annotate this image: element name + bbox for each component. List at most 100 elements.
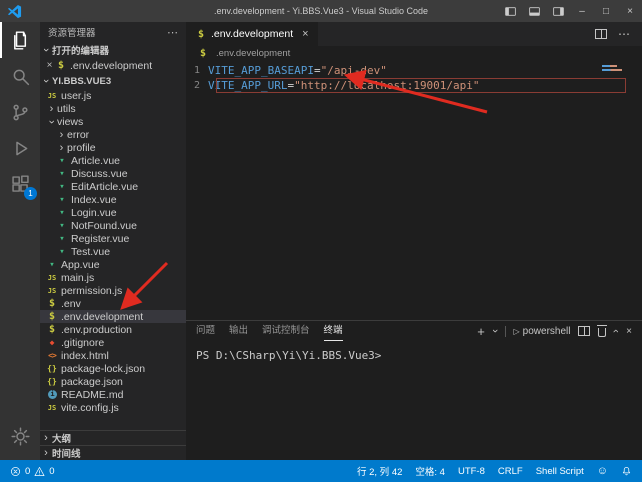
panel-tab-调试控制台[interactable]: 调试控制台 <box>262 321 310 341</box>
close-window-button[interactable]: × <box>618 0 642 22</box>
equals-token: = <box>287 79 294 92</box>
file-label: index.html <box>61 350 109 362</box>
cursor-position[interactable]: 行 2, 列 42 <box>357 464 402 478</box>
tree-item-README.md[interactable]: i README.md <box>40 388 186 401</box>
html-file-icon: <> <box>46 351 58 360</box>
json-file-icon: {} <box>46 364 58 373</box>
tree-item-views[interactable]: ›views <box>40 115 186 128</box>
panel-tab-输出[interactable]: 输出 <box>229 321 248 341</box>
tree-item-Register.vue[interactable]: ▾Register.vue <box>40 232 186 245</box>
terminal-output[interactable]: PS D:\CSharp\Yi\Yi.BBS.Vue3> <box>186 341 642 460</box>
encoding[interactable]: UTF-8 <box>458 466 485 477</box>
tree-item-Discuss.vue[interactable]: ▾Discuss.vue <box>40 167 186 180</box>
kill-terminal-icon[interactable] <box>598 328 606 337</box>
env-key-token: VITE_APP_URL <box>208 79 287 92</box>
tree-item-index.html[interactable]: <>index.html <box>40 349 186 362</box>
sidebar-title-row: 资源管理器 ⋯ <box>40 22 186 42</box>
new-terminal-icon[interactable]: + <box>477 324 485 339</box>
env-file-icon: $ <box>46 298 58 309</box>
timeline-section-header[interactable]: › 时间线 <box>40 445 186 460</box>
toggle-sidebar-icon[interactable] <box>498 0 522 22</box>
tab-label: .env.development <box>211 28 293 40</box>
outline-section-header[interactable]: › 大纲 <box>40 430 186 445</box>
tree-item-.env[interactable]: $.env <box>40 297 186 310</box>
tree-item-NotFound.vue[interactable]: ▾NotFound.vue <box>40 219 186 232</box>
split-editor-icon[interactable] <box>595 29 607 39</box>
tree-item-main.js[interactable]: JSmain.js <box>40 271 186 284</box>
code-line-2[interactable]: 2VITE_APP_URL="http://localhost:19001/ap… <box>186 78 642 93</box>
panel-tab-终端[interactable]: 终端 <box>324 321 343 341</box>
tree-item-user.js[interactable]: JSuser.js <box>40 89 186 102</box>
breadcrumb[interactable]: $ .env.development <box>186 46 642 61</box>
terminal-shell-selector[interactable]: ▷ powershell <box>514 326 571 337</box>
tree-item-error[interactable]: ›error <box>40 128 186 141</box>
tree-item-vite.config.js[interactable]: JSvite.config.js <box>40 401 186 414</box>
file-label: permission.js <box>61 285 122 297</box>
project-section-header[interactable]: › YI.BBS.VUE3 <box>40 73 186 89</box>
run-debug-icon[interactable] <box>0 130 40 166</box>
more-actions-icon[interactable]: ⋯ <box>167 26 178 39</box>
maximize-button[interactable]: □ <box>594 0 618 22</box>
terminal-profile-dropdown-icon[interactable]: › <box>489 329 501 333</box>
open-editors-header[interactable]: › 打开的编辑器 <box>40 42 186 58</box>
file-label: vite.config.js <box>61 402 119 414</box>
tree-item-Article.vue[interactable]: ▾Article.vue <box>40 154 186 167</box>
file-label: .env <box>61 298 81 310</box>
toggle-secondary-sidebar-icon[interactable] <box>546 0 570 22</box>
source-control-icon[interactable] <box>0 94 40 130</box>
tab-env-development[interactable]: $ .env.development × <box>186 22 318 46</box>
language-mode[interactable]: Shell Script <box>536 466 584 477</box>
tree-item-permission.js[interactable]: JSpermission.js <box>40 284 186 297</box>
vue-file-icon: ▾ <box>56 221 68 231</box>
vue-file-icon: ▾ <box>56 182 68 192</box>
close-editor-icon[interactable]: × <box>44 60 55 71</box>
file-label: package-lock.json <box>61 363 145 375</box>
tree-item-EditArticle.vue[interactable]: ▾EditArticle.vue <box>40 180 186 193</box>
notifications-bell-icon[interactable] <box>621 466 632 477</box>
tree-item-.env.development[interactable]: $.env.development <box>40 310 186 323</box>
code-line-1[interactable]: 1VITE_APP_BASEAPI="/api-dev" <box>186 63 642 78</box>
tree-item-.env.production[interactable]: $.env.production <box>40 323 186 336</box>
problems-status[interactable]: 0 0 <box>10 466 55 477</box>
more-actions-icon[interactable]: ⋯ <box>618 27 630 41</box>
md-file-icon: i <box>48 390 57 399</box>
feedback-smiley-icon[interactable]: ☺ <box>597 465 608 477</box>
panel-tabs: 问题输出调试控制台终端 <box>196 321 357 341</box>
file-label: user.js <box>61 90 91 102</box>
activity-bar: 1 <box>0 22 40 460</box>
tree-item-Test.vue[interactable]: ▾Test.vue <box>40 245 186 258</box>
tree-item-package.json[interactable]: {}package.json <box>40 375 186 388</box>
close-panel-icon[interactable]: × <box>626 326 632 337</box>
code-lines: 1VITE_APP_BASEAPI="/api-dev"2VITE_APP_UR… <box>186 63 642 93</box>
extensions-icon[interactable]: 1 <box>0 166 40 202</box>
toggle-panel-icon[interactable] <box>522 0 546 22</box>
sidebar-title: 资源管理器 <box>48 25 96 39</box>
file-label: NotFound.vue <box>71 220 137 232</box>
tree-item-utils[interactable]: ›utils <box>40 102 186 115</box>
indentation[interactable]: 空格: 4 <box>415 464 445 478</box>
minimap[interactable] <box>602 65 622 71</box>
file-label: README.md <box>61 389 123 401</box>
tree-item-App.vue[interactable]: ▾App.vue <box>40 258 186 271</box>
settings-gear-icon[interactable] <box>0 418 40 454</box>
minimize-button[interactable]: – <box>570 0 594 22</box>
explorer-icon[interactable] <box>0 22 40 58</box>
code-editor[interactable]: 1VITE_APP_BASEAPI="/api-dev"2VITE_APP_UR… <box>186 61 642 320</box>
tree-item-.gitignore[interactable]: ◆.gitignore <box>40 336 186 349</box>
tree-item-package-lock.json[interactable]: {}package-lock.json <box>40 362 186 375</box>
tree-item-Login.vue[interactable]: ▾Login.vue <box>40 206 186 219</box>
terminal-prompt: PS D:\CSharp\Yi\Yi.BBS.Vue3> <box>196 349 381 362</box>
env-file-icon: $ <box>46 324 58 335</box>
panel-tab-问题[interactable]: 问题 <box>196 321 215 341</box>
eol-sequence[interactable]: CRLF <box>498 466 523 477</box>
env-key-token: VITE_APP_BASEAPI <box>208 64 314 77</box>
tree-item-Index.vue[interactable]: ▾Index.vue <box>40 193 186 206</box>
close-tab-icon[interactable]: × <box>302 28 308 40</box>
open-editor-item[interactable]: × $ .env.development <box>40 58 186 73</box>
maximize-panel-icon[interactable]: › <box>610 329 622 333</box>
split-terminal-icon[interactable] <box>578 326 590 336</box>
search-icon[interactable] <box>0 58 40 94</box>
tree-item-profile[interactable]: ›profile <box>40 141 186 154</box>
breadcrumb-filename: .env.development <box>216 48 290 59</box>
separator <box>505 326 506 337</box>
